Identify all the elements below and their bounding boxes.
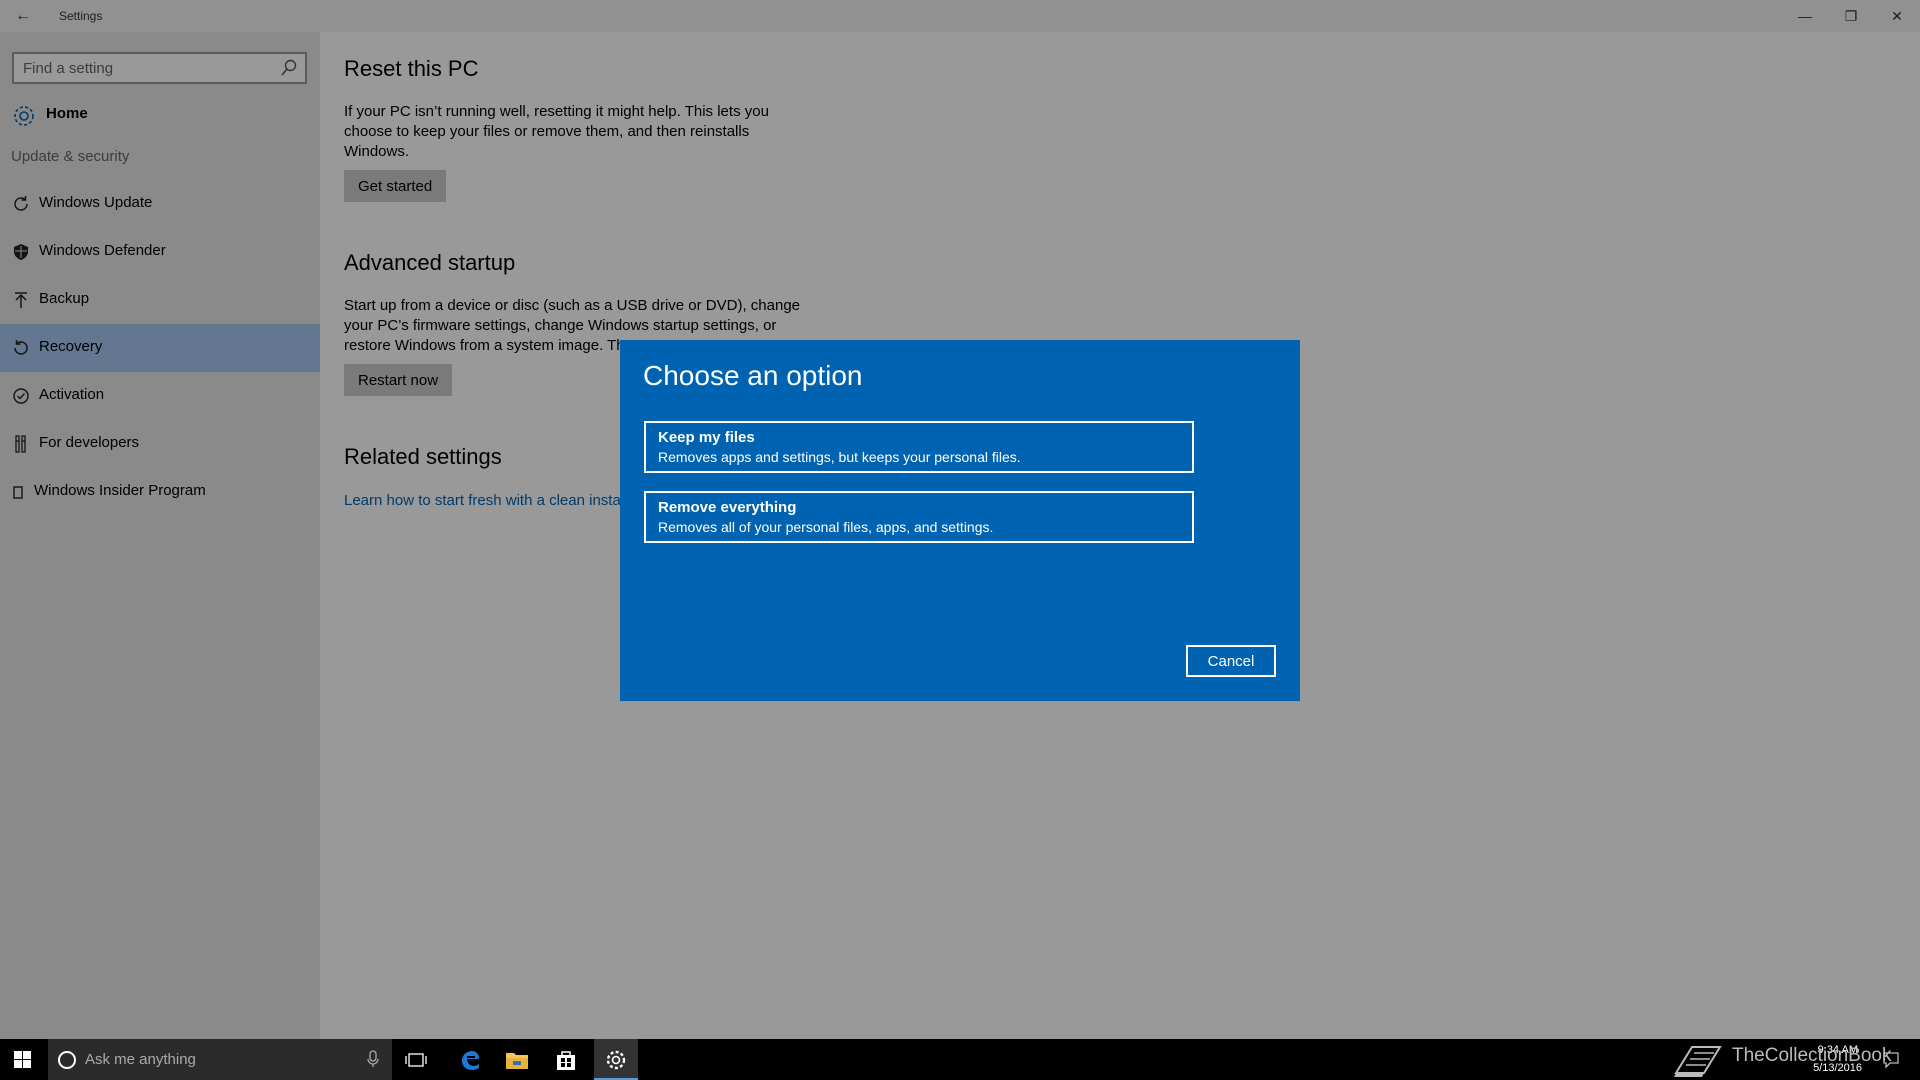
- file-explorer-button[interactable]: [500, 1039, 536, 1080]
- microphone-icon[interactable]: [366, 1050, 380, 1068]
- cortana-placeholder: Ask me anything: [85, 1051, 196, 1068]
- cancel-button[interactable]: Cancel: [1186, 645, 1276, 677]
- keep-my-files-option[interactable]: Keep my files Removes apps and settings,…: [644, 421, 1194, 473]
- remove-everything-option[interactable]: Remove everything Removes all of your pe…: [644, 491, 1194, 543]
- option-subtitle: Removes apps and settings, but keeps you…: [658, 449, 1021, 465]
- option-title: Remove everything: [658, 499, 797, 516]
- task-view-button[interactable]: [400, 1039, 432, 1080]
- store-icon: [555, 1049, 577, 1076]
- settings-app-button[interactable]: [594, 1039, 638, 1080]
- watermark-text: TheCollectionBook: [1732, 1045, 1892, 1066]
- option-subtitle: Removes all of your personal files, apps…: [658, 519, 994, 535]
- edge-icon: [459, 1049, 481, 1076]
- windows-logo-icon: [14, 1051, 31, 1073]
- book-logo-icon: [1672, 1043, 1724, 1080]
- store-button[interactable]: [548, 1039, 584, 1080]
- folder-icon: [505, 1050, 529, 1075]
- start-button[interactable]: [0, 1039, 46, 1080]
- dialog-title: Choose an option: [643, 360, 863, 391]
- choose-option-dialog: Choose an option Keep my files Removes a…: [620, 340, 1300, 701]
- gear-icon: [605, 1049, 627, 1076]
- edge-button[interactable]: [452, 1039, 488, 1080]
- option-title: Keep my files: [658, 429, 755, 446]
- cortana-icon: [58, 1051, 76, 1069]
- cortana-search-box[interactable]: Ask me anything: [48, 1039, 392, 1080]
- task-view-icon: [405, 1052, 427, 1073]
- taskbar: Ask me anything 9:34 AM 5/13/2016: [0, 1039, 1920, 1080]
